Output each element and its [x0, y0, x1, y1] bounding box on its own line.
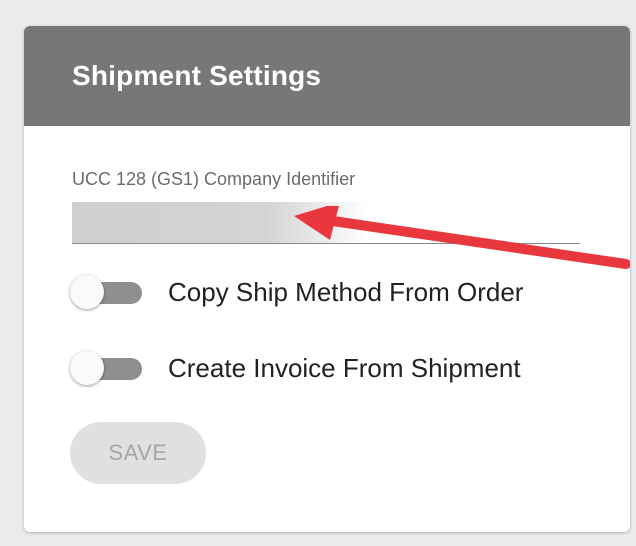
toggle-knob — [70, 351, 104, 385]
copy-ship-method-label: Copy Ship Method From Order — [168, 276, 524, 307]
save-button[interactable]: SAVE — [70, 422, 206, 484]
create-invoice-label: Create Invoice From Shipment — [168, 352, 521, 383]
shipment-settings-card: Shipment Settings UCC 128 (GS1) Company … — [24, 26, 630, 532]
company-identifier-input[interactable] — [72, 202, 580, 244]
toggle-knob — [70, 275, 104, 309]
toggle-row-create-invoice: Create Invoice From Shipment — [70, 350, 521, 386]
copy-ship-method-toggle[interactable] — [70, 274, 142, 310]
create-invoice-toggle[interactable] — [70, 350, 142, 386]
card-header: Shipment Settings — [24, 26, 630, 126]
card-title: Shipment Settings — [72, 60, 322, 91]
company-identifier-label: UCC 128 (GS1) Company Identifier — [72, 169, 356, 189]
toggle-row-copy-ship-method: Copy Ship Method From Order — [70, 274, 523, 310]
